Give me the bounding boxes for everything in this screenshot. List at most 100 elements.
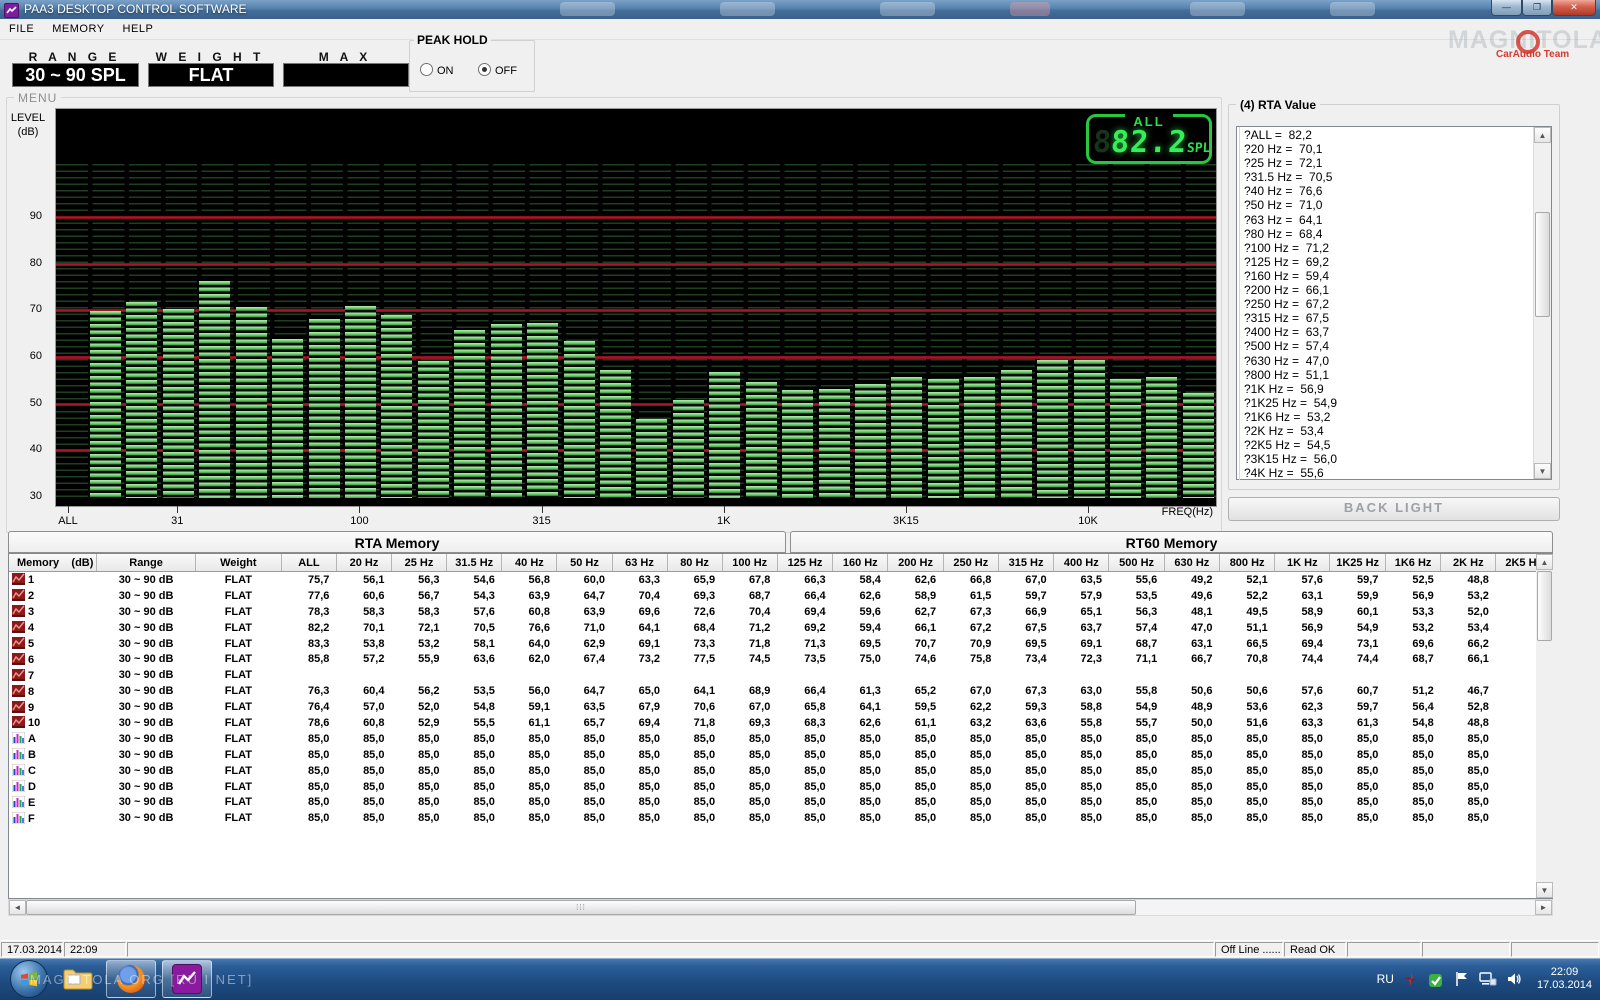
memory-row-1[interactable]: 1 30 ~ 90 dB FLAT 75,7 56,1 56,3 54,6 56,8 60,0 6…: [9, 572, 1552, 588]
memory-row-6[interactable]: 6 30 ~ 90 dB FLAT 85,8 57,2 55,9 63,6 62,0 67,4 7…: [9, 651, 1552, 667]
minimize-button[interactable]: —: [1491, 0, 1522, 16]
scrollbar-thumb[interactable]: [1537, 571, 1552, 641]
column-header-all[interactable]: ALL: [281, 554, 337, 572]
rta-list-scrollbar[interactable]: ▲ ▼: [1533, 127, 1551, 479]
rta-value-item[interactable]: ?250 Hz = 67,2: [1244, 297, 1551, 311]
rta-value-item[interactable]: ?200 Hz = 66,1: [1244, 283, 1551, 297]
window-titlebar[interactable]: PAA3 DESKTOP CONTROL SOFTWARE — ❐ ✕: [0, 0, 1600, 19]
memory-row-8[interactable]: 8 30 ~ 90 dB FLAT 76,3 60,4 56,2 53,5 56,0 64,7 6…: [9, 683, 1552, 699]
peak-hold-off-radio[interactable]: OFF: [478, 61, 517, 79]
rta-value-item[interactable]: ?1K6 Hz = 53,2: [1244, 410, 1551, 424]
tab-rta-memory[interactable]: RTA Memory: [8, 531, 786, 553]
scrollbar-thumb[interactable]: ⁞⁞⁞: [26, 900, 1136, 915]
rta-value-item[interactable]: ?500 Hz = 57,4: [1244, 339, 1551, 353]
memory-row-B[interactable]: B 30 ~ 90 dB FLAT 85,0 85,0 85,0 85,0 85,0 85,0 8…: [9, 747, 1552, 763]
memory-table-scrollbar[interactable]: ▲ ▼: [1536, 554, 1553, 898]
column-header-200-hz[interactable]: 200 Hz: [887, 554, 944, 572]
rta-value-item[interactable]: ?630 Hz = 47,0: [1244, 354, 1551, 368]
radio-icon[interactable]: [478, 63, 491, 76]
restore-button[interactable]: ❐: [1522, 0, 1552, 16]
horizontal-scrollbar[interactable]: ◄ ⁞⁞⁞ ►: [8, 899, 1553, 916]
scroll-down-arrow-icon[interactable]: ▼: [1534, 463, 1551, 479]
column-header-125-hz[interactable]: 125 Hz: [777, 554, 834, 572]
rta-value-item[interactable]: ?31.5 Hz = 70,5: [1244, 170, 1551, 184]
rta-value-item[interactable]: ?80 Hz = 68,4: [1244, 227, 1551, 241]
column-header-400-hz[interactable]: 400 Hz: [1053, 554, 1110, 572]
memory-row-7[interactable]: 7 30 ~ 90 dB FLAT: [9, 667, 1552, 683]
network-icon[interactable]: [1479, 971, 1497, 987]
rta-value-item[interactable]: ?3K15 Hz = 56,0: [1244, 452, 1551, 466]
volume-icon[interactable]: [1506, 971, 1522, 987]
column-header-50-hz[interactable]: 50 Hz: [556, 554, 613, 572]
menu-memory[interactable]: MEMORY: [43, 23, 113, 35]
scroll-down-arrow-icon[interactable]: ▼: [1536, 882, 1553, 898]
memory-row-10[interactable]: 10 30 ~ 90 dB FLAT 78,6 60,8 52,9 55,5 61,1 65,7…: [9, 715, 1552, 731]
memory-row-5[interactable]: 5 30 ~ 90 dB FLAT 83,3 53,8 53,2 58,1 64,0 62,9 6…: [9, 636, 1552, 652]
column-header-80-hz[interactable]: 80 Hz: [667, 554, 723, 572]
memory-row-9[interactable]: 9 30 ~ 90 dB FLAT 76,4 57,0 52,0 54,8 59,1 63,5 6…: [9, 699, 1552, 715]
rta-value-item[interactable]: ?4K Hz = 55,6: [1244, 466, 1551, 480]
column-header-250-hz[interactable]: 250 Hz: [943, 554, 999, 572]
rta-value-item[interactable]: ?125 Hz = 69,2: [1244, 255, 1551, 269]
radio-icon[interactable]: [420, 63, 433, 76]
rta-value-item[interactable]: ?63 Hz = 64,1: [1244, 213, 1551, 227]
scroll-up-arrow-icon[interactable]: ▲: [1534, 127, 1551, 143]
memory-row-E[interactable]: E 30 ~ 90 dB FLAT 85,0 85,0 85,0 85,0 85,0 85,0 8…: [9, 794, 1552, 810]
column-header-1k25-hz[interactable]: 1K25 Hz: [1329, 554, 1386, 572]
rta-value-item[interactable]: ?20 Hz = 70,1: [1244, 142, 1551, 156]
menu-help[interactable]: HELP: [114, 23, 163, 35]
column-header-630-hz[interactable]: 630 Hz: [1164, 554, 1220, 572]
column-header-1k6-hz[interactable]: 1K6 Hz: [1385, 554, 1442, 572]
column-header-100-hz[interactable]: 100 Hz: [722, 554, 778, 572]
memory-row-4[interactable]: 4 30 ~ 90 dB FLAT 82,2 70,1 72,1 70,5 76,6 71,0 6…: [9, 620, 1552, 636]
rta-value-item[interactable]: ?1K25 Hz = 54,9: [1244, 396, 1551, 410]
rta-value-item[interactable]: ?25 Hz = 72,1: [1244, 156, 1551, 170]
rta-value-item[interactable]: ?100 Hz = 71,2: [1244, 241, 1551, 255]
tab-rt60-memory[interactable]: RT60 Memory: [790, 531, 1553, 553]
memory-row-3[interactable]: 3 30 ~ 90 dB FLAT 78,3 58,3 58,3 57,6 60,8 63,9 6…: [9, 604, 1552, 620]
peak-hold-on-radio[interactable]: ON: [420, 61, 454, 79]
close-button[interactable]: ✕: [1552, 0, 1596, 16]
memory-row-F[interactable]: F 30 ~ 90 dB FLAT 85,0 85,0 85,0 85,0 85,0 85,0 8…: [9, 810, 1552, 826]
tray-pinwheel-icon[interactable]: [1403, 971, 1419, 987]
rta-value-item[interactable]: ?400 Hz = 63,7: [1244, 325, 1551, 339]
menu-file[interactable]: FILE: [0, 23, 43, 35]
back-light-button[interactable]: BACK LIGHT: [1228, 497, 1560, 521]
rta-value-item[interactable]: ?40 Hz = 76,6: [1244, 184, 1551, 198]
column-header-31.5-hz[interactable]: 31.5 Hz: [446, 554, 503, 572]
column-header-20-hz[interactable]: 20 Hz: [336, 554, 392, 572]
rta-value-item[interactable]: ?800 Hz = 51,1: [1244, 368, 1551, 382]
rta-value-item[interactable]: ?1K Hz = 56,9: [1244, 382, 1551, 396]
scroll-left-arrow-icon[interactable]: ◄: [9, 900, 26, 915]
rta-value-item[interactable]: ?2K5 Hz = 54,5: [1244, 438, 1551, 452]
taskbar-clock[interactable]: 22:09 17.03.2014: [1537, 966, 1592, 992]
scroll-up-arrow-icon[interactable]: ▲: [1536, 554, 1553, 570]
column-header-weight[interactable]: Weight: [195, 554, 282, 572]
rta-value-item[interactable]: ?160 Hz = 59,4: [1244, 269, 1551, 283]
column-header-memory-(db)[interactable]: Memory (dB): [9, 554, 98, 572]
language-indicator[interactable]: RU: [1377, 972, 1394, 986]
column-header-160-hz[interactable]: 160 Hz: [832, 554, 889, 572]
scrollbar-thumb[interactable]: [1535, 212, 1550, 317]
rta-value-item[interactable]: ?ALL = 82,2: [1244, 128, 1551, 142]
column-header-2k-hz[interactable]: 2K Hz: [1440, 554, 1497, 572]
column-header-1k-hz[interactable]: 1K Hz: [1274, 554, 1331, 572]
rta-value-item[interactable]: ?50 Hz = 71,0: [1244, 198, 1551, 212]
column-header-25-hz[interactable]: 25 Hz: [391, 554, 448, 572]
column-header-63-hz[interactable]: 63 Hz: [612, 554, 668, 572]
column-header-800-hz[interactable]: 800 Hz: [1219, 554, 1276, 572]
rta-value-listbox[interactable]: ?ALL = 82,2 ?20 Hz = 70,1 ?25 Hz = 72,1 ?31…: [1236, 126, 1552, 481]
rta-value-item[interactable]: ?2K Hz = 53,4: [1244, 424, 1551, 438]
column-header-40-hz[interactable]: 40 Hz: [501, 554, 558, 572]
tray-update-icon[interactable]: [1428, 971, 1445, 988]
memory-table[interactable]: Memory (dB) Range Weight ALL 20 Hz 25 Hz 31.5 …: [8, 553, 1553, 899]
column-header-315-hz[interactable]: 315 Hz: [998, 554, 1055, 572]
action-center-flag-icon[interactable]: [1454, 971, 1470, 987]
memory-row-2[interactable]: 2 30 ~ 90 dB FLAT 77,6 60,6 56,7 54,3 63,9 64,7 7…: [9, 588, 1552, 604]
memory-row-A[interactable]: A 30 ~ 90 dB FLAT 85,0 85,0 85,0 85,0 85,0 85,0 8…: [9, 731, 1552, 747]
column-header-range[interactable]: Range: [96, 554, 196, 572]
column-header-500-hz[interactable]: 500 Hz: [1108, 554, 1165, 572]
scroll-right-arrow-icon[interactable]: ►: [1535, 900, 1552, 915]
memory-row-D[interactable]: D 30 ~ 90 dB FLAT 85,0 85,0 85,0 85,0 85,0 85,0 8…: [9, 779, 1552, 795]
rta-value-item[interactable]: ?315 Hz = 67,5: [1244, 311, 1551, 325]
